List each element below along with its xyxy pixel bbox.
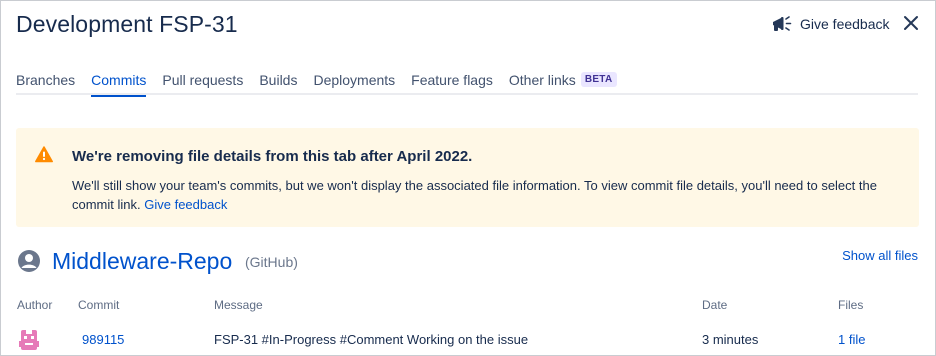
- tab-feature-flags[interactable]: Feature flags: [411, 71, 493, 95]
- dialog-frame: Development FSP-31 Give feedback Branche…: [0, 0, 936, 356]
- repo-host: (GitHub): [245, 254, 298, 270]
- warning-icon: [35, 146, 53, 163]
- column-header-date: Date: [702, 298, 728, 312]
- user-avatar-icon: [18, 250, 40, 272]
- megaphone-icon: [773, 16, 792, 31]
- give-feedback-button[interactable]: Give feedback: [771, 14, 890, 34]
- tab-builds[interactable]: Builds: [259, 71, 297, 95]
- tab-other-links[interactable]: Other links BETA: [509, 71, 617, 95]
- tab-label: Branches: [16, 72, 76, 88]
- tab-bar: Branches Commits Pull requests Builds De…: [16, 71, 918, 97]
- page-title: Development FSP-31: [16, 11, 238, 37]
- column-header-commit: Commit: [78, 298, 120, 312]
- tab-pull-requests[interactable]: Pull requests: [162, 71, 243, 95]
- repo-name-link[interactable]: Middleware-Repo: [52, 248, 232, 275]
- tab-commits[interactable]: Commits: [91, 71, 147, 97]
- tab-branches[interactable]: Branches: [16, 71, 75, 95]
- banner-text: We'll still show your team's commits, bu…: [72, 176, 902, 214]
- beta-badge: BETA: [580, 72, 617, 87]
- column-header-author: Author: [17, 298, 53, 312]
- close-button[interactable]: [900, 12, 922, 34]
- tab-label: Deployments: [313, 72, 396, 88]
- give-feedback-label: Give feedback: [800, 16, 890, 32]
- warning-banner: We're removing file details from this ta…: [16, 128, 919, 227]
- tab-deployments[interactable]: Deployments: [313, 71, 395, 95]
- tab-label: Feature flags: [411, 72, 493, 88]
- banner-title: We're removing file details from this ta…: [72, 148, 473, 165]
- commit-hash-link[interactable]: 989115: [82, 332, 124, 347]
- tab-label: Pull requests: [162, 72, 244, 88]
- commit-date: 3 minutes: [702, 332, 759, 347]
- close-icon: [904, 16, 918, 30]
- show-all-files-link[interactable]: Show all files: [842, 248, 918, 263]
- tab-label: Commits: [91, 72, 147, 88]
- commit-message: FSP-31 #In-Progress #Comment Working on …: [214, 332, 529, 347]
- column-header-files: Files: [838, 298, 864, 312]
- tab-label: Other links: [508, 72, 576, 88]
- tab-label: Builds: [259, 72, 298, 88]
- robot-avatar-icon: [17, 328, 41, 352]
- banner-feedback-link[interactable]: Give feedback: [144, 197, 227, 212]
- column-header-message: Message: [214, 298, 263, 312]
- commit-files-link[interactable]: 1 file: [838, 332, 865, 347]
